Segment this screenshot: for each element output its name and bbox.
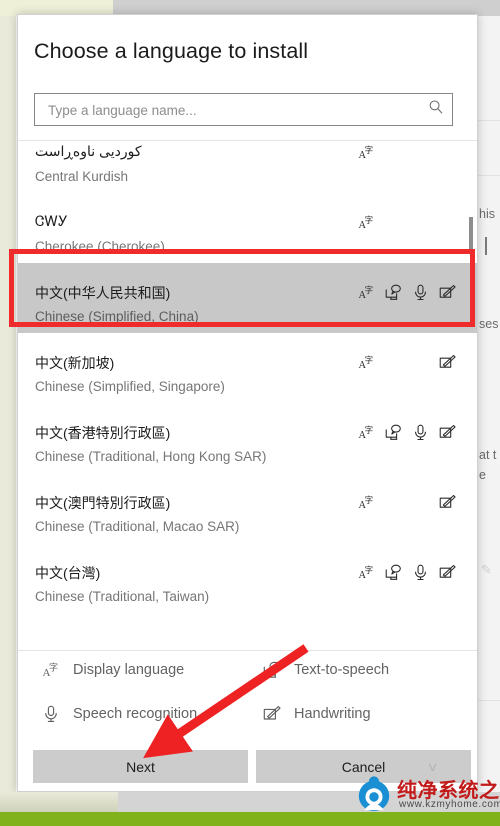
language-feature-icons: A字 [358,144,456,161]
background-bottom-fade [0,792,118,812]
dialog-title: Choose a language to install [34,39,309,63]
handwriting-icon [439,424,456,441]
legend-item-handwriting: Handwriting [263,705,371,723]
handwriting-icon [439,564,456,581]
language-list[interactable]: کوردیی ناوەڕاست Central Kurdish A 字 ᏣᎳᎩ Chero… [18,141,477,649]
language-row[interactable]: ᏣᎳᎩ Cherokee (Cherokee) A 字 [18,193,477,263]
language-row[interactable]: 中文(台灣) Chinese (Traditional, Taiwan) A 字 [18,543,477,613]
language-feature-icons: A字 [358,354,456,371]
text-to-speech-icon [263,661,281,679]
background-text-caret [485,237,487,255]
text-to-speech-icon [385,564,402,581]
display-language-icon: A字 [358,144,375,161]
svg-text:字: 字 [365,145,374,156]
svg-text:字: 字 [365,565,374,576]
background-right-panel [478,16,500,792]
display-language-icon: A字 [358,284,375,301]
language-row[interactable]: 中文(香港特別行政區) Chinese (Traditional, Hong Ko… [18,403,477,473]
handwriting-icon [439,284,456,301]
scrollbar-thumb[interactable] [469,217,473,253]
watermark-logo-icon [358,776,390,812]
screenshot-root: his ses at t e ✎ ˅ Choose a language to … [0,0,500,826]
legend-item-text-to-speech: Text-to-speech [263,661,389,679]
svg-text:字: 字 [365,495,374,506]
language-native-name: 中文(澳門特別行政區) [35,495,171,511]
language-native-name: 中文(香港特別行政區) [35,425,171,441]
display-language-icon: A字 [358,494,375,511]
handwriting-icon [439,494,456,511]
language-feature-icons: A字 [358,214,456,231]
language-row[interactable]: 中文(澳門特別行政區) Chinese (Traditional, Macao S… [18,473,477,543]
svg-text:字: 字 [49,662,58,674]
choose-language-dialog: Choose a language to install کوردیی ناوە… [17,14,478,792]
background-separator [478,175,500,176]
handwriting-icon [439,354,456,371]
language-english-name: Chinese (Simplified, China) [35,309,199,324]
background-separator [478,120,500,121]
speech-recognition-icon [412,564,429,581]
language-english-name: Chinese (Simplified, Singapore) [35,379,225,394]
speech-recognition-icon [412,284,429,301]
language-english-name: Chinese (Traditional, Macao SAR) [35,519,240,534]
language-feature-icons: A字 [358,424,456,441]
background-text-fragment: at t [479,448,497,462]
feature-legend: A 字 Display language Text-to-speech Speech r… [18,657,477,745]
speech-recognition-icon [412,424,429,441]
language-native-name: 中文(新加坡) [35,355,115,371]
text-to-speech-icon [385,424,402,441]
search-input[interactable] [46,94,420,127]
language-english-name: Central Kurdish [35,169,129,184]
handwriting-icon [263,705,281,723]
text-to-speech-icon [385,284,402,301]
display-language-icon: A字 [42,661,60,680]
legend-label: Display language [73,662,185,678]
background-text-fragment: e [479,468,486,482]
language-row[interactable]: کوردیی ناوەڕاست Central Kurdish A 字 [18,141,477,193]
display-language-icon: A字 [358,424,375,441]
display-language-icon: A字 [358,564,375,581]
svg-text:字: 字 [365,355,374,366]
display-language-icon: A字 [358,354,375,371]
language-native-name: کوردیی ناوەڕاست [35,143,142,159]
language-feature-icons: A字 [358,564,456,581]
legend-label: Text-to-speech [294,662,390,678]
display-language-icon: A字 [358,214,375,231]
background-text-fragment: his [479,207,495,221]
background-text-fragment: ses [479,317,499,331]
legend-label: Speech recognition [73,706,198,722]
site-watermark: 纯净系统之家 www.kzmyhome.com [355,771,500,819]
legend-label: Handwriting [294,706,371,722]
language-feature-icons: A字 [358,494,456,511]
search-icon[interactable] [428,99,444,120]
next-button[interactable]: Next [33,750,248,783]
legend-divider [18,650,477,651]
legend-item-speech-recognition: Speech recognition [42,705,197,723]
background-handwriting-icon: ✎ [481,562,492,577]
language-english-name: Cherokee (Cherokee) [35,239,165,254]
language-feature-icons: A字 [358,284,456,301]
language-row-selected[interactable]: 中文(中华人民共和国) Chinese (Simplified, China) A 字 [18,263,477,333]
language-native-name: 中文(台灣) [35,565,101,581]
language-row[interactable]: 中文(新加坡) Chinese (Simplified, Singapore) A 字 [18,333,477,403]
svg-text:字: 字 [365,285,374,296]
language-native-name: ᏣᎳᎩ [35,213,68,229]
background-separator [478,700,500,701]
language-english-name: Chinese (Traditional, Taiwan) [35,589,210,604]
svg-text:字: 字 [365,215,374,226]
watermark-url: www.kzmyhome.com [399,799,500,810]
language-list-scrollbar[interactable] [468,141,475,649]
svg-text:字: 字 [365,425,374,436]
language-native-name: 中文(中华人民共和国) [35,285,171,301]
language-english-name: Chinese (Traditional, Hong Kong SAR) [35,449,267,464]
language-search-box[interactable] [34,93,453,127]
background-left-strip [0,16,16,792]
legend-item-display-language: A 字 Display language [42,661,185,680]
speech-recognition-icon [42,705,60,723]
